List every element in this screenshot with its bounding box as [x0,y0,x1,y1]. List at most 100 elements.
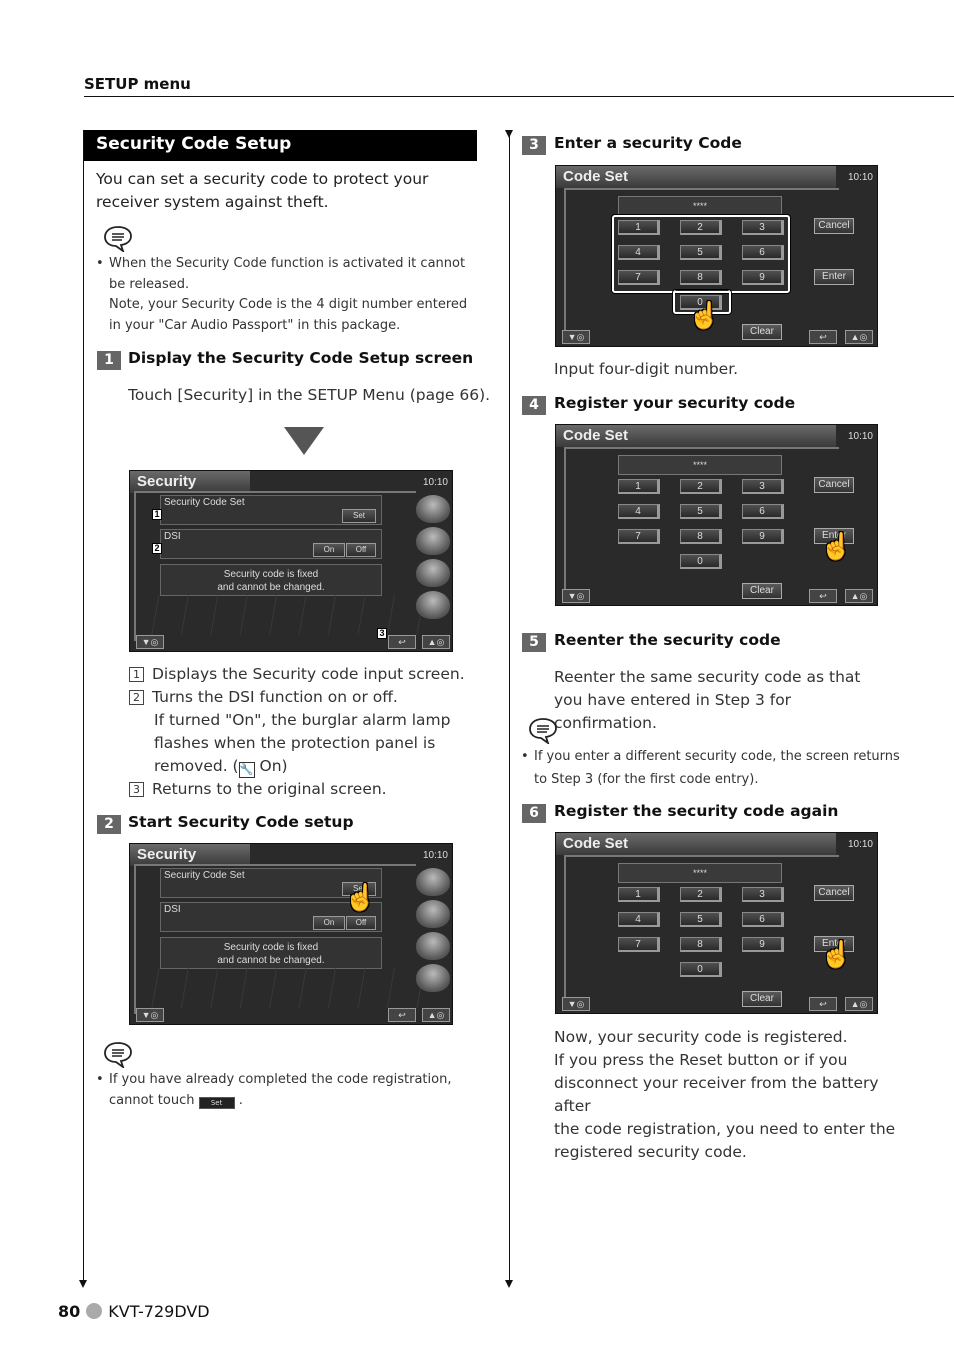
return-button[interactable]: ↩ [809,330,837,344]
code-set-screen-2: Code Set 10:10 **** 1 2 3 4 5 6 7 8 9 0 … [555,424,878,606]
enter-button[interactable]: Enter [814,269,854,285]
key-3[interactable]: 3 [742,887,784,902]
key-0[interactable]: 0 [680,962,722,977]
note-speech-icon [104,226,132,252]
code-input-field[interactable]: **** [618,196,782,216]
code-set-screen-3: Code Set 10:10 **** 1 2 3 4 5 6 7 8 9 0 … [555,832,878,1014]
callout-item-3-text: Returns to the original screen. [152,780,387,798]
volume-down-button[interactable]: ▼◎ [562,589,590,603]
display-menu-icon[interactable] [416,964,450,992]
touch-hand-icon: ☝ [344,882,377,912]
code-set-screen-1: Code Set 10:10 **** 1 2 3 4 5 6 7 8 9 0 … [555,165,878,347]
clear-button[interactable]: Clear [742,324,782,340]
setup-menu-icon[interactable] [416,495,450,523]
screen-title: Code Set [556,425,836,447]
return-button[interactable]: ↩ [809,997,837,1011]
volume-down-button[interactable]: ▼◎ [136,635,164,649]
security-screen-2: Security 10:10 Security Code Set Set DSI… [129,843,453,1025]
cancel-button[interactable]: Cancel [814,477,854,493]
clock: 10:10 [422,477,448,488]
set-button[interactable]: Set [342,509,376,523]
key-1[interactable]: 1 [618,479,660,494]
key-1[interactable]: 1 [618,887,660,902]
key-8[interactable]: 8 [680,937,722,952]
message-line2: and cannot be changed. [217,582,325,593]
message-line1: Security code is fixed [223,569,319,580]
clock: 10:10 [422,850,448,861]
key-2[interactable]: 2 [680,479,722,494]
speaker-menu-icon[interactable] [416,932,450,960]
dsi-on-button[interactable]: On [313,916,345,930]
dsi-panel: DSI On Off [160,529,382,559]
key-9[interactable]: 9 [742,937,784,952]
security-screen-1: Security 10:10 Security Code Set Set DSI… [129,470,453,652]
right-column-line [509,134,510,1280]
key-2[interactable]: 2 [680,887,722,902]
step-5-title: Reenter the security code [554,631,781,649]
step-3-title: Enter a security Code [554,134,742,152]
return-button[interactable]: ↩ [388,635,416,649]
cancel-button[interactable]: Cancel [814,218,854,234]
code-input-field[interactable]: **** [618,455,782,475]
touch-hand-icon: ☝ [688,300,721,330]
step-2-title: Start Security Code setup [128,813,354,831]
key-4[interactable]: 4 [618,504,660,519]
volume-up-button[interactable]: ▲◎ [845,997,873,1011]
key-5[interactable]: 5 [680,504,722,519]
volume-down-button[interactable]: ▼◎ [136,1008,164,1022]
volume-up-button[interactable]: ▲◎ [422,1008,450,1022]
key-7[interactable]: 7 [618,937,660,952]
cancel-button[interactable]: Cancel [814,885,854,901]
volume-up-button[interactable]: ▲◎ [422,635,450,649]
key-4[interactable]: 4 [618,912,660,927]
clear-button[interactable]: Clear [742,583,782,599]
key-3[interactable]: 3 [742,479,784,494]
volume-down-button[interactable]: ▼◎ [562,330,590,344]
note-1: • When the Security Code function is act… [96,254,479,336]
callout-3: 3 [377,628,387,639]
volume-up-button[interactable]: ▲◎ [845,330,873,344]
code-input-field[interactable]: **** [618,863,782,883]
dsi-off-button[interactable]: Off [346,543,376,557]
step-4-number: 4 [522,396,546,415]
key-0[interactable]: 0 [680,554,722,569]
volume-down-button[interactable]: ▼◎ [562,997,590,1011]
note-2-line2-post: . [238,1092,243,1108]
callout-item-2-extra2: flashes when the protection panel is [154,734,436,752]
clear-button[interactable]: Clear [742,991,782,1007]
step-6-number: 6 [522,804,546,823]
step-3-text: Input four-digit number. [554,360,739,378]
final-text: Now, your security code is registered. I… [554,1026,914,1164]
callout-1: 1 [152,509,162,520]
section-header: SETUP menu [84,75,191,93]
return-button[interactable]: ↩ [388,1008,416,1022]
speaker-menu-icon[interactable] [416,559,450,587]
audio-menu-icon[interactable] [416,527,450,555]
callout-2: 2 [152,543,162,554]
dsi-off-button[interactable]: Off [346,916,376,930]
display-menu-icon[interactable] [416,591,450,619]
audio-menu-icon[interactable] [416,900,450,928]
dsi-on-button[interactable]: On [313,543,345,557]
key-6[interactable]: 6 [742,912,784,927]
model-name: KVT-729DVD [108,1302,210,1321]
callout-item-2: 2 Turns the DSI function on or off. [129,686,469,709]
clock: 10:10 [847,839,873,850]
set-button-inline-icon: Set [198,1096,235,1109]
screen-title: Security [130,471,250,493]
touch-hand-icon: ☝ [820,531,853,561]
intro-text: You can set a security code to protect y… [96,170,429,211]
note-2-line1: If you have already completed the code r… [109,1072,452,1087]
key-8[interactable]: 8 [680,529,722,544]
note-3-line2: to Step 3 (for the first code entry). [534,772,759,787]
volume-up-button[interactable]: ▲◎ [845,589,873,603]
callout-item-2-extra3: removed. (🔧 On) [129,755,469,778]
key-7[interactable]: 7 [618,529,660,544]
message-panel: Security code is fixed and cannot be cha… [160,564,382,596]
setup-menu-icon[interactable] [416,868,450,896]
return-button[interactable]: ↩ [809,589,837,603]
key-9[interactable]: 9 [742,529,784,544]
key-6[interactable]: 6 [742,504,784,519]
key-5[interactable]: 5 [680,912,722,927]
final-line-2: If you press the Reset button or if you [554,1051,848,1069]
